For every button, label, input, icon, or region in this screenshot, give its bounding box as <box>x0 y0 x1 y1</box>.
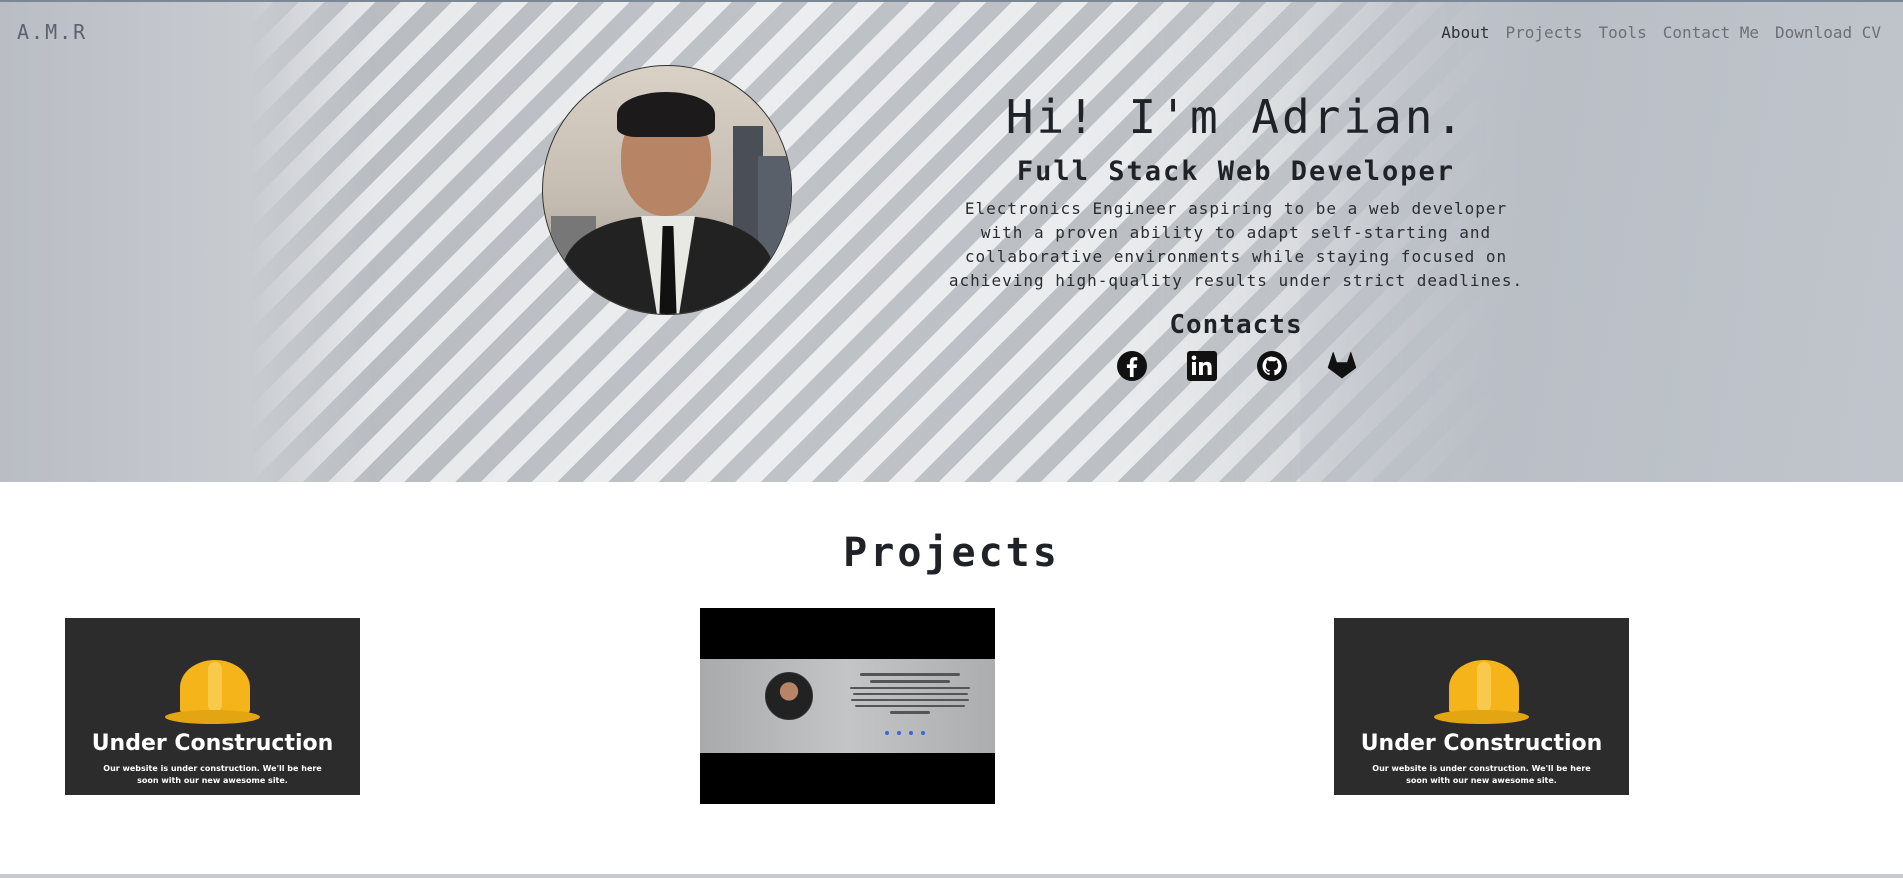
facebook-icon <box>1117 351 1147 381</box>
nav-tools[interactable]: Tools <box>1599 23 1647 42</box>
github-icon <box>1257 351 1287 381</box>
hero-section: A.M.R About Projects Tools Contact Me Do… <box>0 0 1903 482</box>
card-heading: Under Construction <box>1360 731 1603 756</box>
project-card-2[interactable] <box>700 608 995 804</box>
github-link[interactable] <box>1256 350 1288 382</box>
hero-greeting: Hi! I'm Adrian. <box>1005 90 1467 144</box>
hero-summary: Electronics Engineer aspiring to be a we… <box>948 199 1524 290</box>
card-text: Our website is under construction. We'll… <box>1372 764 1591 785</box>
card-text: Our website is under construction. We'll… <box>103 764 322 785</box>
portfolio-preview-image <box>700 659 995 753</box>
nav-about[interactable]: About <box>1441 23 1489 42</box>
facebook-link[interactable] <box>1116 350 1148 382</box>
linkedin-link[interactable] <box>1186 350 1218 382</box>
mini-avatar <box>765 672 813 720</box>
top-border <box>0 0 1903 2</box>
project-card-3[interactable]: Under Construction Our website is under … <box>1334 618 1629 795</box>
projects-heading: Projects <box>843 530 1060 576</box>
gitlab-link[interactable] <box>1326 350 1358 382</box>
site-logo[interactable]: A.M.R <box>17 20 87 44</box>
project-card-1[interactable]: Under Construction Our website is under … <box>65 618 360 795</box>
nav-contact-me[interactable]: Contact Me <box>1663 23 1759 42</box>
linkedin-icon <box>1187 351 1217 381</box>
main-nav: About Projects Tools Contact Me Download… <box>1441 23 1881 42</box>
hero-job-title: Full Stack Web Developer <box>1016 156 1456 187</box>
nav-projects[interactable]: Projects <box>1505 23 1582 42</box>
card-heading: Under Construction <box>91 731 334 756</box>
profile-photo <box>542 65 792 315</box>
contacts-heading: Contacts <box>1169 310 1303 340</box>
social-links <box>1116 350 1358 382</box>
nav-download-cv[interactable]: Download CV <box>1775 23 1881 42</box>
gitlab-icon <box>1327 352 1357 379</box>
bottom-divider <box>0 874 1903 878</box>
